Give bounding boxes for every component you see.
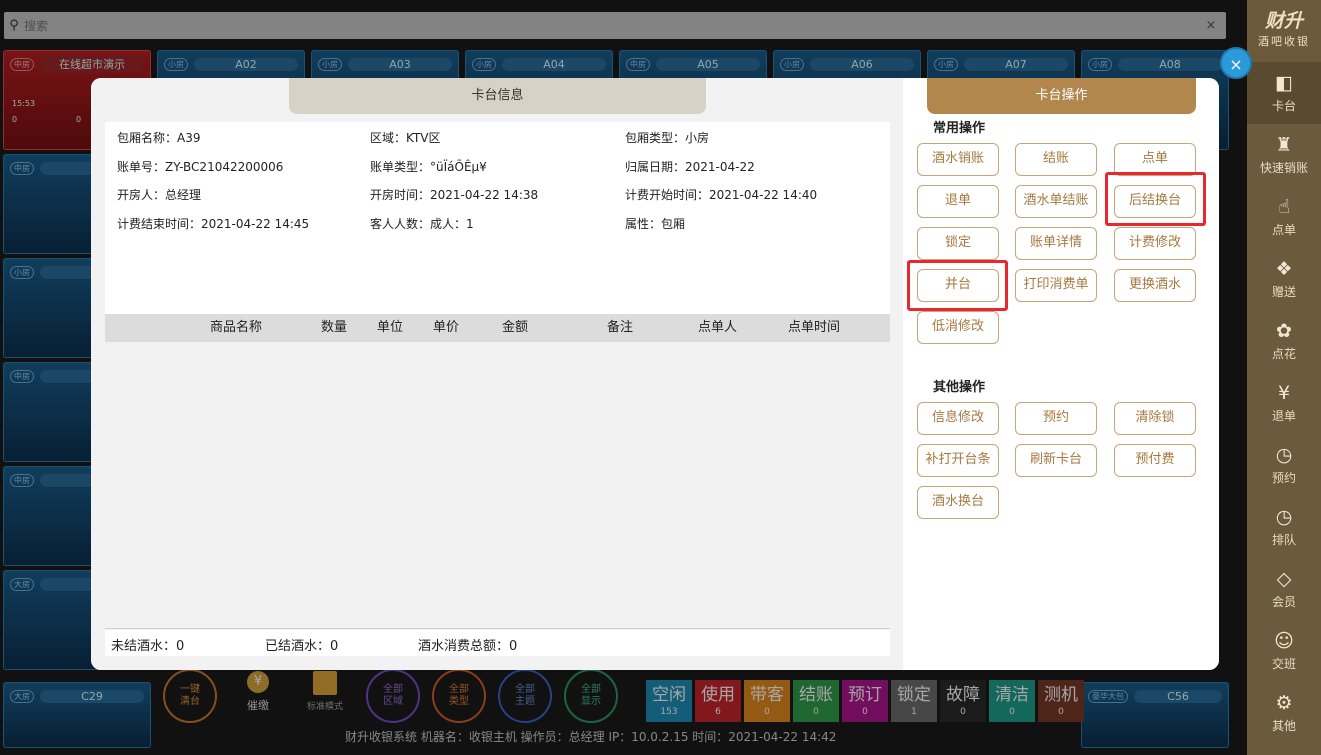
sidebar-item-label: 快速销账 <box>1259 161 1308 175</box>
sidebar: 财升 酒吧收银 ◧ 卡台 ♜ 快速销账 ☝ 点单 ❖ 赠送 ✿ 点花 ¥ 退单 ◷ 预约 ◷ 排… <box>1247 0 1321 755</box>
card-operations-panel: 卡台操作 常用操作 酒水销账 结账 点单 退单 酒水单结账 后结换台 锁定 账单… <box>903 78 1219 670</box>
column-header: 备注 <box>607 320 634 335</box>
card-info-fields: 包厢名称：A39 区域：KTV区 包厢类型：小房 账单号：ZY-BC210422… <box>105 122 890 314</box>
sidebar-item-refund[interactable]: ¥ 退单 <box>1247 372 1321 434</box>
sidebar-item-gift[interactable]: ❖ 赠送 <box>1247 248 1321 310</box>
sidebar-item-other[interactable]: ⚙ 其他 <box>1247 682 1321 744</box>
sidebar-item-label: 会员 <box>1271 595 1296 609</box>
card-info-title: 卡台信息 <box>289 78 706 114</box>
sidebar-item-label: 点花 <box>1271 347 1296 361</box>
guests-field: 客人人数：成人：1 <box>370 217 474 231</box>
sidebar-item-label: 排队 <box>1271 533 1296 547</box>
sidebar-item-member[interactable]: ◇ 会员 <box>1247 558 1321 620</box>
sidebar-item-card[interactable]: ◧ 卡台 <box>1247 62 1321 124</box>
column-header: 点单人 <box>698 320 738 335</box>
column-header: 单位 <box>377 320 404 335</box>
sidebar-item-flower[interactable]: ✿ 点花 <box>1247 310 1321 372</box>
column-header: 商品名称 <box>210 320 263 335</box>
column-header: 金额 <box>502 320 529 335</box>
queue-icon: ◷ <box>1275 506 1293 528</box>
common-ops-heading: 常用操作 <box>933 121 986 136</box>
prepay-button[interactable]: 预付费 <box>1114 444 1196 477</box>
sidebar-item-queue[interactable]: ◷ 排队 <box>1247 496 1321 558</box>
sidebar-item-label: 预约 <box>1271 471 1296 485</box>
hand-icon: ☝ <box>1278 196 1290 218</box>
sidebar-item-label: 其他 <box>1271 719 1296 733</box>
sidebar-item-quick-writeoff[interactable]: ♜ 快速销账 <box>1247 124 1321 186</box>
refresh-card-button[interactable]: 刷新卡台 <box>1015 444 1097 477</box>
unsettled-total: 未结酒水：0 <box>111 639 185 654</box>
goods-table-header: 商品名称 数量 单位 单价 金额 备注 点单人 点单时间 <box>105 314 890 342</box>
open-time-field: 开房时间：2021-04-22 14:38 <box>370 188 539 202</box>
highlight-box <box>1105 172 1206 226</box>
change-drink-button[interactable]: 更换酒水 <box>1114 269 1196 302</box>
sidebar-item-label: 交班 <box>1271 657 1296 671</box>
bill-detail-button[interactable]: 账单详情 <box>1015 227 1097 260</box>
settled-total: 已结酒水：0 <box>265 639 339 654</box>
bill-type-field: 账单类型：°üÏáÕÊµ¥ <box>370 160 487 174</box>
reprint-open-slip-button[interactable]: 补打开台条 <box>917 444 999 477</box>
sidebar-item-label: 退单 <box>1271 409 1296 423</box>
bottle-icon: ♜ <box>1275 134 1293 156</box>
charge-end-field: 计费结束时间：2021-04-22 14:45 <box>117 217 310 231</box>
yen-icon: ¥ <box>1277 382 1291 404</box>
date-field: 归属日期：2021-04-22 <box>625 160 755 174</box>
refund-button[interactable]: 退单 <box>917 185 999 218</box>
close-modal-button[interactable]: × <box>1220 47 1252 79</box>
brand-logo: 财升 酒吧收银 <box>1247 0 1321 62</box>
user-icon: ☺ <box>1274 630 1294 652</box>
brand-subtitle: 酒吧收银 <box>1258 35 1310 48</box>
card-icon: ◧ <box>1275 72 1293 94</box>
reserve-button[interactable]: 预约 <box>1015 402 1097 435</box>
charge-edit-button[interactable]: 计费修改 <box>1114 227 1196 260</box>
min-spend-edit-button[interactable]: 低消修改 <box>917 311 999 344</box>
info-edit-button[interactable]: 信息修改 <box>917 402 999 435</box>
clock-icon: ◷ <box>1275 444 1293 466</box>
column-header: 单价 <box>433 320 460 335</box>
sidebar-item-label: 点单 <box>1271 223 1296 237</box>
flower-icon: ✿ <box>1276 320 1292 342</box>
sidebar-item-label: 卡台 <box>1271 99 1296 113</box>
consumption-total: 酒水消费总额：0 <box>418 639 518 654</box>
card-info-panel: 卡台信息 包厢名称：A39 区域：KTV区 包厢类型：小房 账单号：ZY-BC2… <box>91 78 903 670</box>
room-type-field: 包厢类型：小房 <box>625 131 710 145</box>
highlight-box <box>907 260 1008 311</box>
opener-field: 开房人：总经理 <box>117 188 202 202</box>
drink-writeoff-button[interactable]: 酒水销账 <box>917 143 999 176</box>
bill-no-field: 账单号：ZY-BC21042200006 <box>117 160 284 174</box>
gear-icon: ⚙ <box>1275 692 1293 714</box>
room-name-field: 包厢名称：A39 <box>117 131 201 145</box>
diamond-icon: ◇ <box>1276 568 1292 590</box>
card-operations-title: 卡台操作 <box>927 78 1196 114</box>
clear-lock-button[interactable]: 清除锁 <box>1114 402 1196 435</box>
sidebar-item-shift[interactable]: ☺ 交班 <box>1247 620 1321 682</box>
card-detail-modal: 卡台信息 包厢名称：A39 区域：KTV区 包厢类型：小房 账单号：ZY-BC2… <box>91 78 1219 670</box>
goods-table-body[interactable] <box>105 342 890 629</box>
gift-icon: ❖ <box>1275 258 1293 280</box>
charge-start-field: 计费开始时间：2021-04-22 14:40 <box>625 188 818 202</box>
column-header: 数量 <box>321 320 348 335</box>
totals-row: 未结酒水：0 已结酒水：0 酒水消费总额：0 <box>105 630 890 656</box>
checkout-button[interactable]: 结账 <box>1015 143 1097 176</box>
sidebar-item-reserve[interactable]: ◷ 预约 <box>1247 434 1321 496</box>
sidebar-item-label: 赠送 <box>1271 285 1296 299</box>
column-header: 点单时间 <box>788 320 841 335</box>
area-field: 区域：KTV区 <box>370 131 441 145</box>
sidebar-item-order[interactable]: ☝ 点单 <box>1247 186 1321 248</box>
other-ops-heading: 其他操作 <box>933 380 986 395</box>
lock-button[interactable]: 锁定 <box>917 227 999 260</box>
drink-change-table-button[interactable]: 酒水换台 <box>917 486 999 519</box>
print-bill-button[interactable]: 打印消费单 <box>1015 269 1097 302</box>
brand-title: 财升 <box>1264 10 1303 32</box>
drink-bill-checkout-button[interactable]: 酒水单结账 <box>1015 185 1097 218</box>
attr-field: 属性：包厢 <box>625 217 686 231</box>
